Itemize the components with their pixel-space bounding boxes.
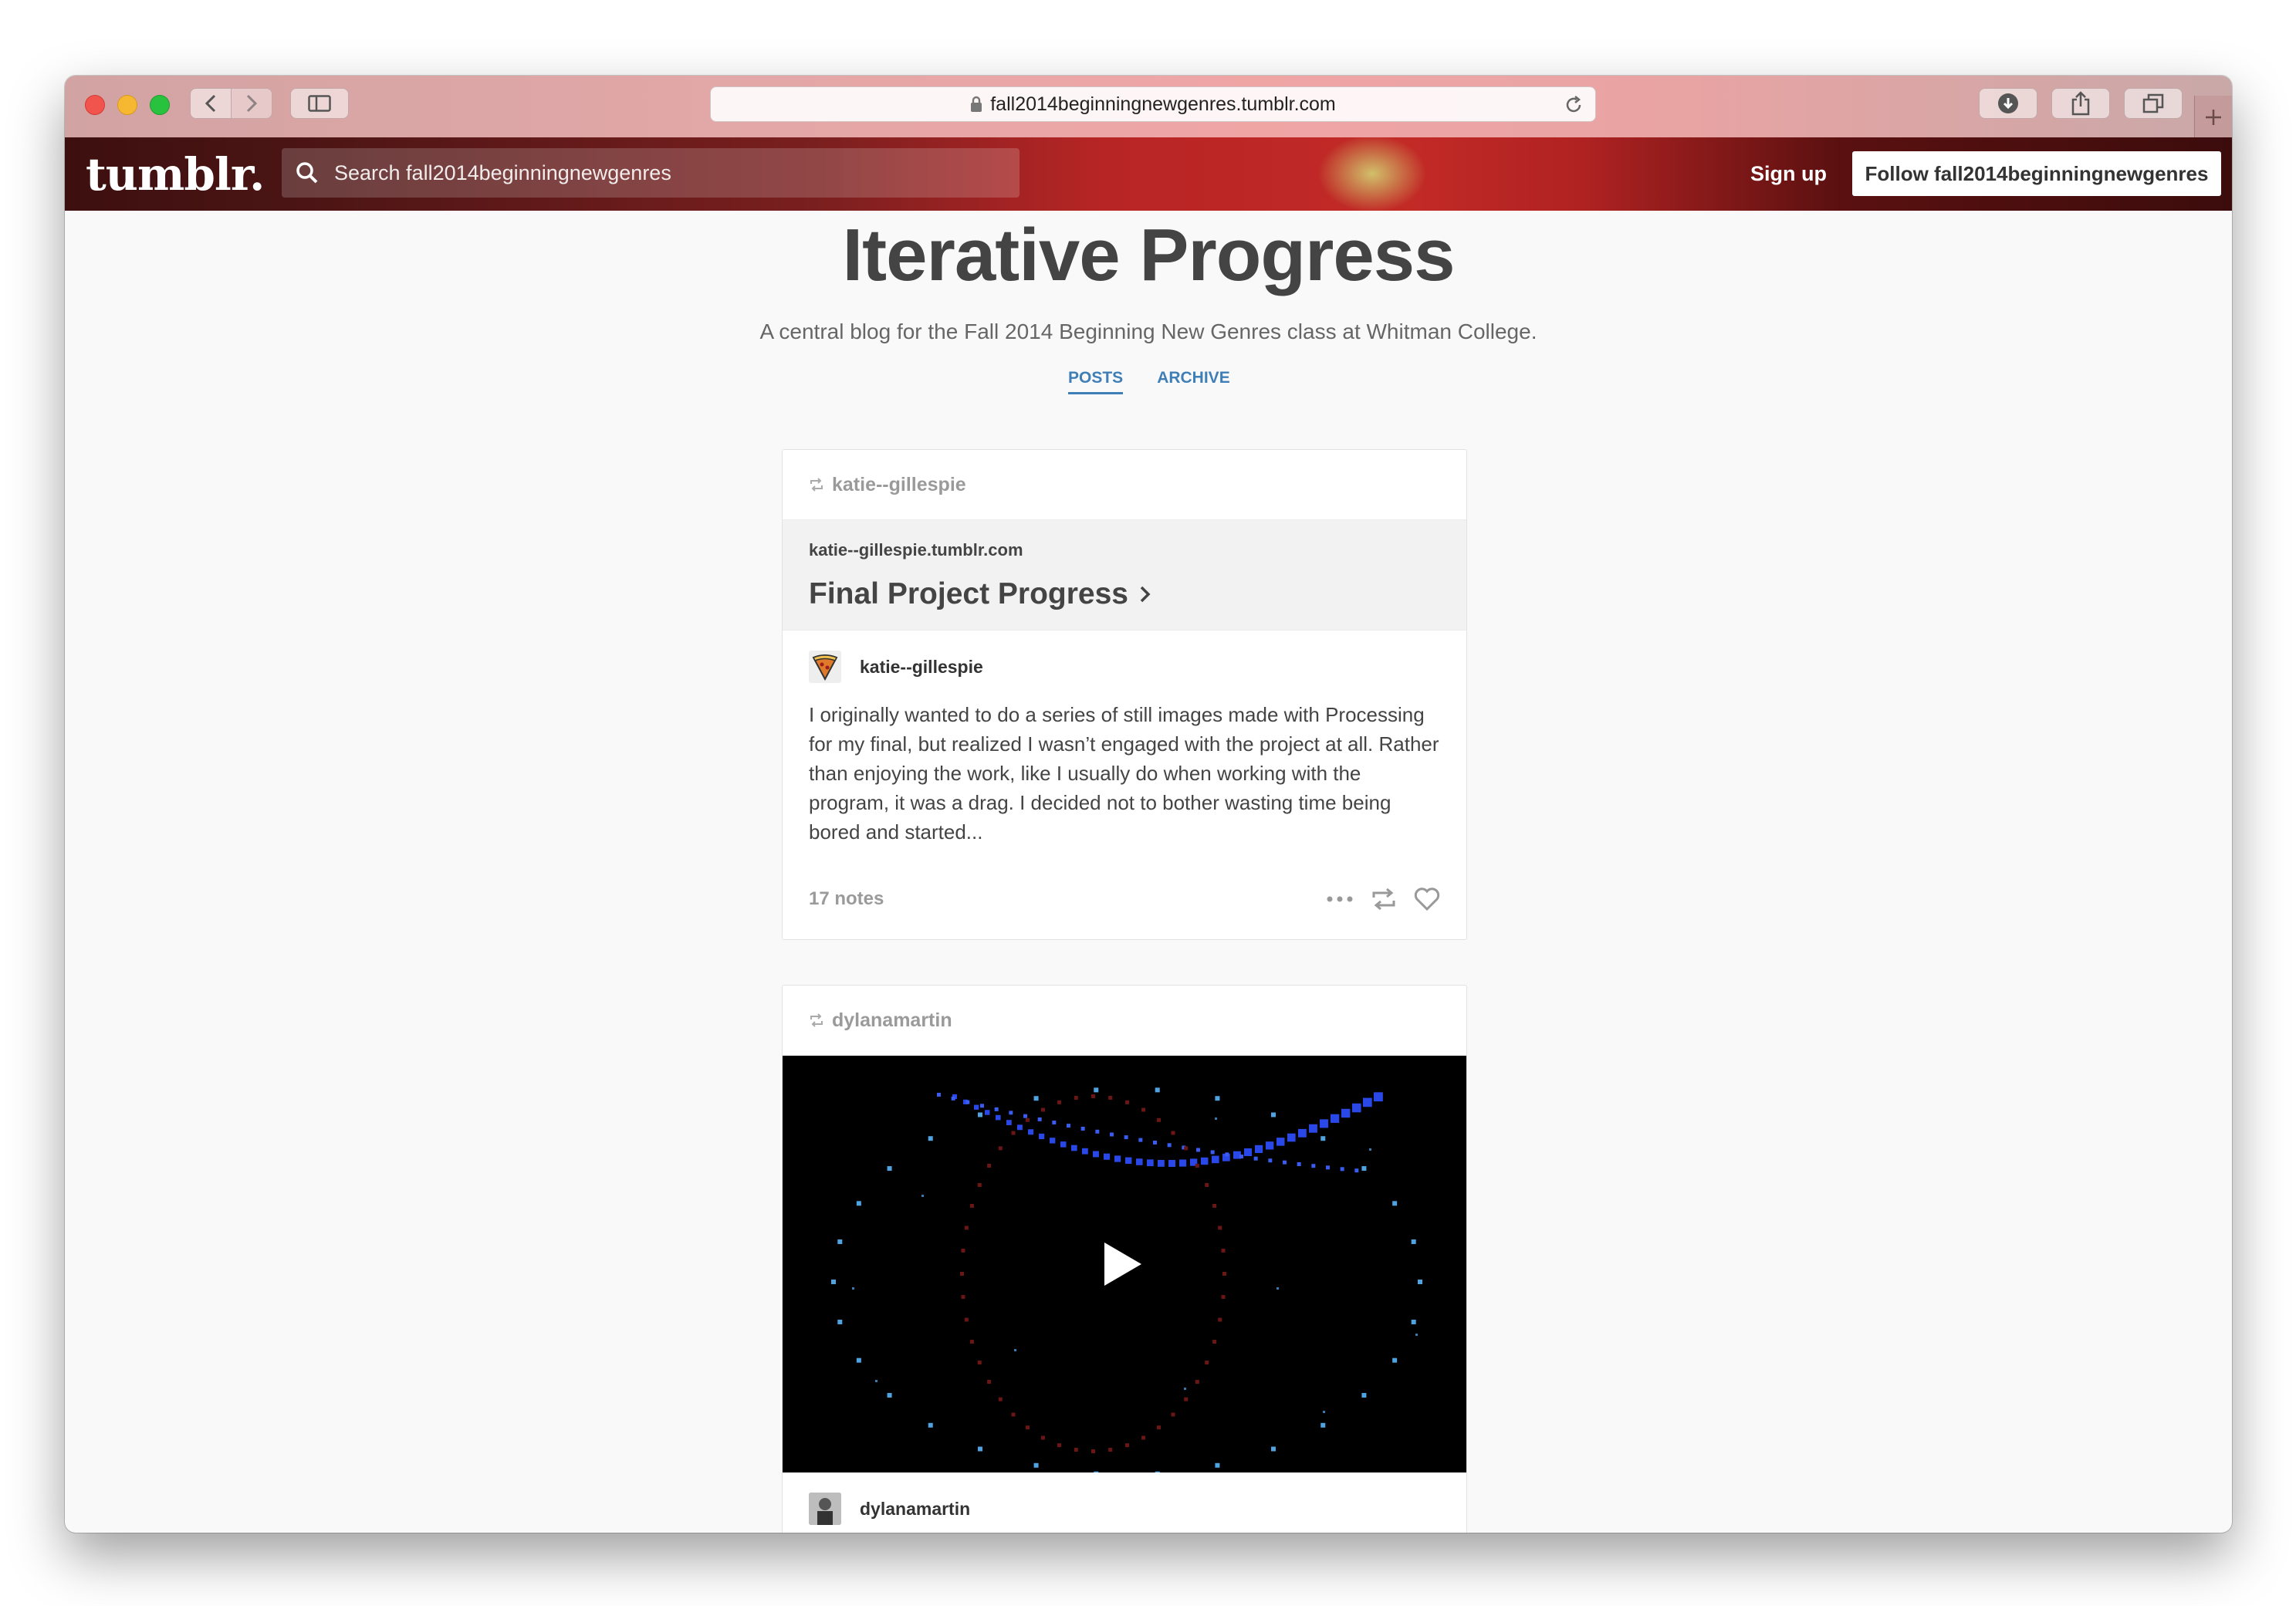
link-host: katie--gillespie.tumblr.com [809,540,1023,560]
reload-icon[interactable] [1563,94,1584,116]
play-button[interactable] [1099,1241,1145,1287]
author-name[interactable]: katie--gillespie [860,657,983,678]
download-icon [1998,93,2018,113]
address-bar[interactable]: fall2014beginningnewgenres.tumblr.com [710,86,1596,122]
reblogged-from-link[interactable]: katie--gillespie [832,474,966,496]
search-icon [296,162,318,184]
reblogged-from-link[interactable]: dylanamartin [832,1009,952,1032]
reblog-icon [810,478,823,492]
person-photo-icon [809,1493,841,1525]
follow-button[interactable]: Follow fall2014beginningnewgenres [1852,151,2221,196]
url-text: fall2014beginningnewgenres.tumblr.com [990,93,1336,115]
heart-icon[interactable] [1414,887,1440,911]
blog-title: Iterative Progress [842,214,1455,296]
reblog-header: dylanamartin [783,986,1466,1056]
share-button[interactable] [2051,88,2110,119]
author-row: katie--gillespie [783,631,1466,683]
video-player[interactable] [783,1056,1466,1472]
forward-button[interactable] [231,88,272,119]
link-title-text: Final Project Progress [809,577,1128,610]
post-body: I originally wanted to do a series of st… [809,703,1439,844]
search-box[interactable] [282,148,1020,198]
signup-link[interactable]: Sign up [1750,162,1827,186]
notes-count[interactable]: 17 notes [809,888,884,910]
chevron-right-icon [246,94,258,113]
tabs-icon [2142,93,2164,113]
minimize-window-button[interactable] [117,95,137,115]
post-card: dylanamartin dylanamartin [782,985,1467,1533]
back-button[interactable] [190,88,232,119]
avatar[interactable] [809,1493,841,1525]
more-icon[interactable] [1326,895,1354,903]
post-actions [1326,887,1440,911]
tab-posts[interactable]: POSTS [1068,369,1124,394]
avatar[interactable] [809,651,841,683]
search-input[interactable] [333,160,969,186]
author-row: dylanamartin [783,1472,1466,1525]
lock-icon [971,96,982,112]
pizza-icon [812,654,838,681]
close-window-button[interactable] [85,95,105,115]
chevron-right-icon [1140,586,1151,603]
sidebar-icon [308,95,331,112]
browser-toolbar: fall2014beginningnewgenres.tumblr.com [65,76,2232,139]
chevron-left-icon [205,94,216,113]
author-name[interactable]: dylanamartin [860,1499,970,1520]
tab-archive[interactable]: ARCHIVE [1157,369,1230,394]
post-card: katie--gillespie katie--gillespie.tumblr… [782,449,1467,940]
sidebar-toggle-button[interactable] [290,88,349,119]
post-footer: 17 notes [809,887,1440,911]
reblog-icon[interactable] [1371,887,1397,911]
reblog-icon [810,1013,823,1027]
link-title[interactable]: Final Project Progress [809,577,1440,611]
share-icon [2071,91,2090,116]
new-tab-button[interactable] [2194,96,2232,139]
link-card[interactable]: katie--gillespie.tumblr.com Final Projec… [783,520,1466,631]
show-tabs-button[interactable] [2124,88,2183,119]
play-icon [1104,1243,1141,1286]
downloads-button[interactable] [1979,88,2037,119]
tumblr-header: tumblr. Sign up Follow fall2014beginning… [65,137,2232,211]
blog-description: A central blog for the Fall 2014 Beginni… [759,320,1537,343]
browser-window: fall2014beginningnewgenres.tumblr.com tu… [65,76,2232,1533]
reblog-header: katie--gillespie [783,450,1466,520]
blog-nav: POSTS ARCHIVE [1068,369,1230,394]
zoom-window-button[interactable] [150,95,170,115]
tumblr-logo[interactable]: tumblr. [86,148,265,201]
plus-icon [2206,110,2221,125]
